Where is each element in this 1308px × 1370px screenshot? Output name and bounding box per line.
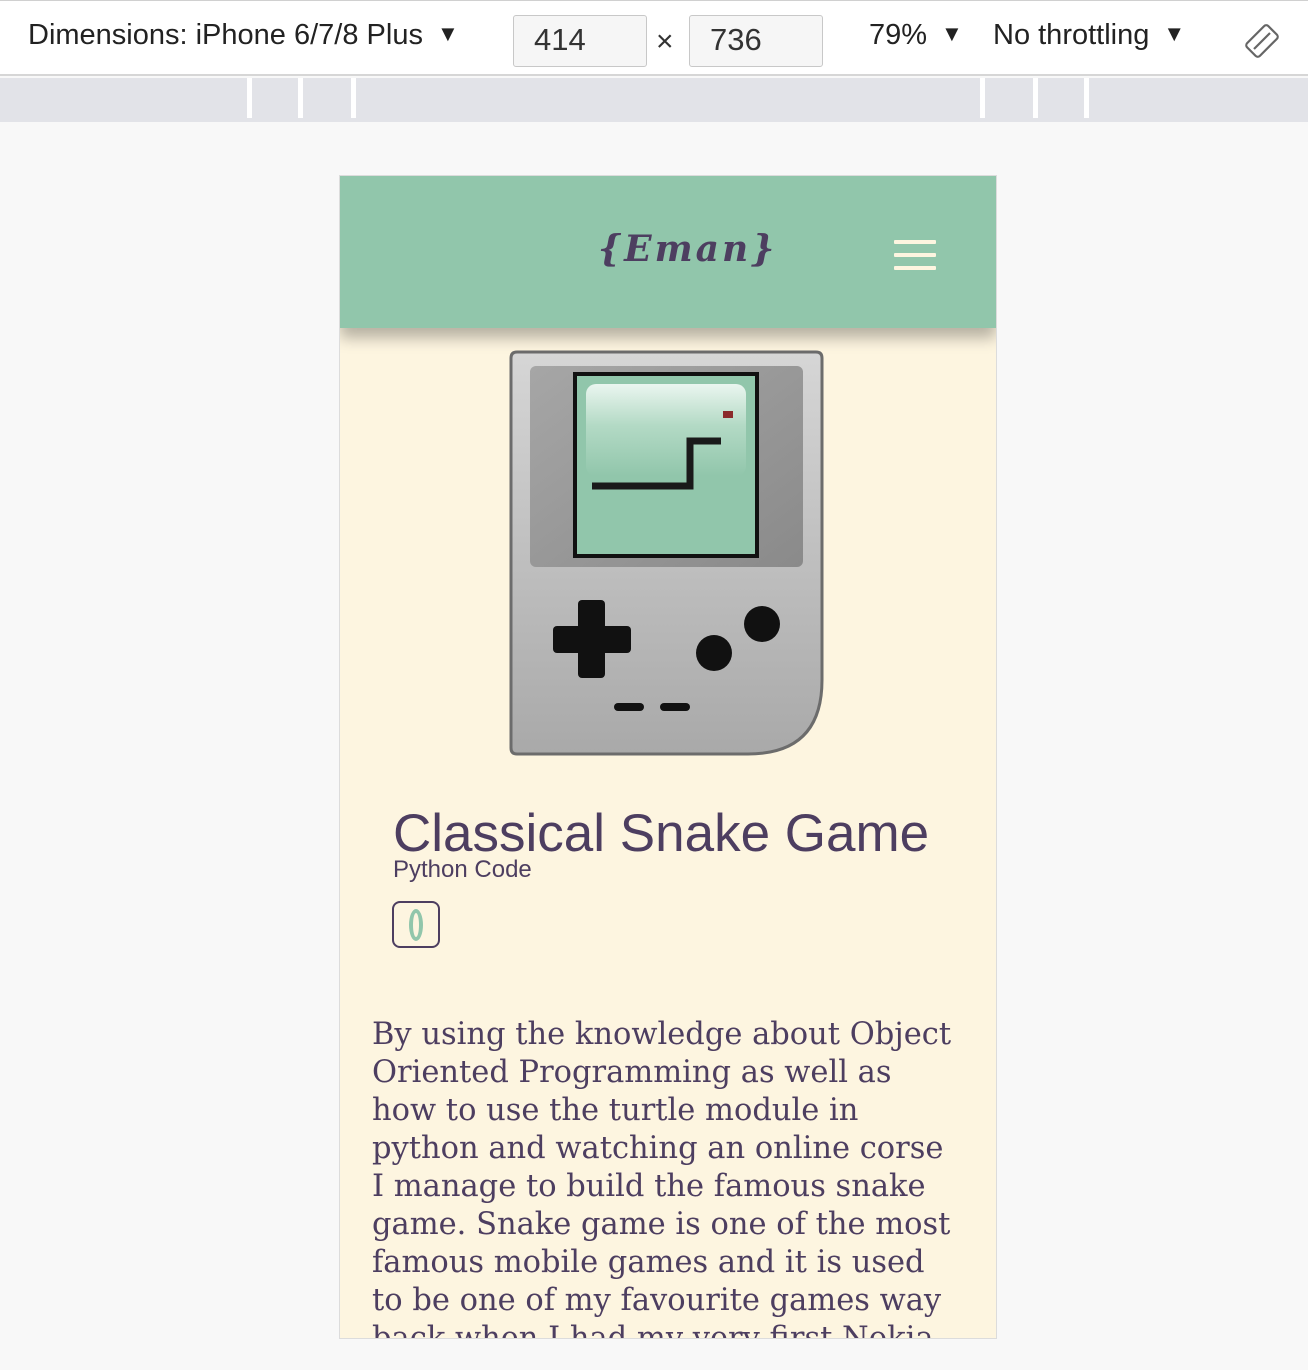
project-subtitle: Python Code — [393, 856, 532, 883]
code-link-icon[interactable] — [392, 901, 440, 948]
gameboy-snake-illustration — [509, 350, 824, 756]
mq-divider — [1033, 78, 1038, 118]
site-navbar: {Eman} — [340, 176, 996, 328]
hamburger-menu-icon[interactable] — [894, 240, 936, 274]
mq-divider — [1084, 78, 1089, 118]
site-logo[interactable]: {Eman} — [598, 228, 777, 270]
width-input[interactable]: 414 — [513, 15, 647, 67]
project-title: Classical Snake Game — [393, 804, 930, 863]
throttling-dropdown[interactable]: No throttling ▼ — [993, 19, 1185, 52]
zoom-label: 79% — [869, 19, 928, 51]
caret-down-icon: ▼ — [941, 21, 963, 46]
mq-divider — [351, 78, 356, 118]
throttling-label: No throttling — [993, 19, 1150, 51]
caret-down-icon: ▼ — [1163, 21, 1186, 46]
dimensions-dropdown[interactable]: Dimensions: iPhone 6/7/8 Plus ▼ — [28, 19, 459, 52]
devtools-toolbar: Dimensions: iPhone 6/7/8 Plus ▼ 414 × 736… — [0, 0, 1308, 76]
mq-divider — [247, 78, 252, 118]
times-sign: × — [656, 25, 674, 58]
device-viewport: {Eman} Classical Snake Game Python Code … — [339, 175, 997, 1339]
height-input[interactable]: 736 — [689, 15, 823, 67]
mq-divider — [980, 78, 985, 118]
project-description: By using the knowledge about Object Orie… — [372, 1017, 952, 1339]
zoom-dropdown[interactable]: 79% ▼ — [869, 19, 963, 52]
caret-down-icon: ▼ — [436, 21, 459, 46]
oval-icon — [409, 909, 423, 941]
dimensions-label: Dimensions: iPhone 6/7/8 Plus — [28, 19, 423, 51]
mq-divider — [298, 78, 303, 118]
media-query-bar[interactable] — [0, 78, 1308, 122]
rotate-device-icon[interactable] — [1244, 23, 1280, 59]
